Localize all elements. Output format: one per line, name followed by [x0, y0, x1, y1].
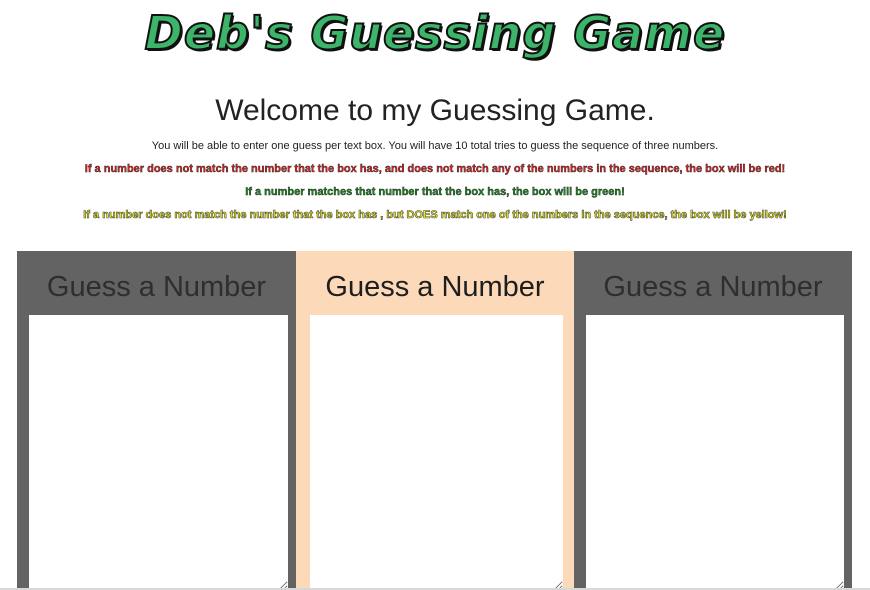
guess-input-3[interactable] [586, 315, 844, 590]
rule-green-text: If a number matches that number that the… [245, 186, 625, 198]
rule-yellow-text: If a number does not match the number th… [83, 209, 787, 222]
rule-red-text: If a number does not match the number th… [84, 163, 786, 175]
guess-column-2: Guess a Number [296, 251, 574, 590]
guess-columns: Guess a Number Guess a Number Guess a Nu… [17, 251, 852, 590]
guess-column-2-title: Guess a Number [325, 271, 545, 303]
guess-input-1[interactable] [29, 315, 288, 590]
guess-input-2[interactable] [310, 315, 563, 590]
welcome-heading: Welcome to my Guessing Game. [215, 94, 655, 127]
instructions-text: You will be able to enter one guess per … [151, 140, 719, 152]
game-logo: Deb's Guessing Game [144, 5, 726, 61]
guess-column-1-title: Guess a Number [46, 271, 267, 303]
guess-column-1: Guess a Number [17, 251, 296, 590]
guess-column-3: Guess a Number [574, 251, 852, 590]
guess-column-3-title: Guess a Number [603, 271, 823, 303]
